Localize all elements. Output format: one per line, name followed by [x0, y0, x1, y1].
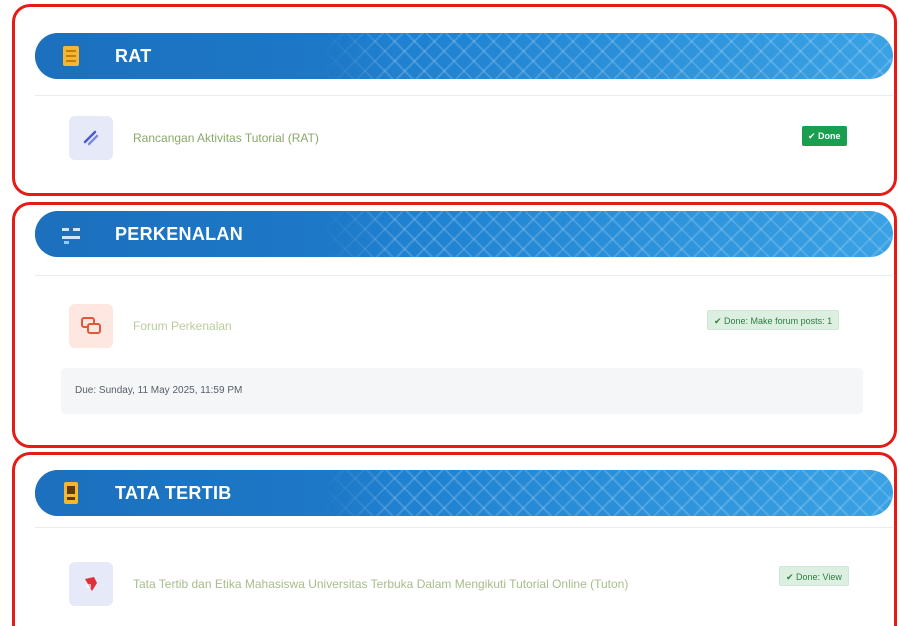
activity-link[interactable]: Tata Tertib dan Etika Mahasiswa Universi…	[133, 573, 709, 595]
section-title: TATA TERTIB	[115, 482, 232, 503]
section-rat: RAT Rancangan Aktivitas Tutorial (RAT) ✔…	[12, 4, 897, 196]
file-icon	[69, 116, 113, 160]
activity-item-tata-tertib[interactable]: Tata Tertib dan Etika Mahasiswa Universi…	[69, 560, 709, 608]
activity-link[interactable]: Forum Perkenalan	[133, 315, 232, 337]
completion-badge: ✔ Done: Make forum posts: 1	[707, 310, 840, 330]
section-header-tata-tertib[interactable]: TATA TERTIB	[35, 470, 893, 516]
pdf-icon	[69, 562, 113, 606]
book-icon	[63, 46, 79, 66]
rules-icon	[64, 482, 78, 504]
people-icon	[62, 228, 80, 244]
completion-badge: ✔ Done: View	[779, 566, 849, 586]
section-title: PERKENALAN	[115, 223, 244, 244]
completion-badge: ✔ Done	[802, 126, 847, 146]
activity-item-rat[interactable]: Rancangan Aktivitas Tutorial (RAT)	[69, 116, 319, 160]
activity-panel: Rancangan Aktivitas Tutorial (RAT) ✔ Don…	[35, 95, 893, 193]
banner-background	[35, 33, 395, 79]
activity-panel: Forum Perkenalan ✔ Done: Make forum post…	[35, 275, 893, 445]
section-title: RAT	[115, 45, 152, 66]
activity-panel: Tata Tertib dan Etika Mahasiswa Universi…	[35, 527, 893, 626]
section-header-perkenalan[interactable]: PERKENALAN	[35, 211, 893, 257]
section-header-rat[interactable]: RAT	[35, 33, 893, 79]
forum-icon	[69, 304, 113, 348]
due-date: Due: Sunday, 11 May 2025, 11:59 PM	[61, 368, 863, 414]
section-perkenalan: PERKENALAN Forum Perkenalan ✔ Done: Make…	[12, 202, 897, 448]
activity-link[interactable]: Rancangan Aktivitas Tutorial (RAT)	[133, 127, 319, 149]
section-tata-tertib: TATA TERTIB Tata Tertib dan Etika Mahasi…	[12, 452, 897, 626]
activity-item-forum[interactable]: Forum Perkenalan	[69, 304, 232, 348]
